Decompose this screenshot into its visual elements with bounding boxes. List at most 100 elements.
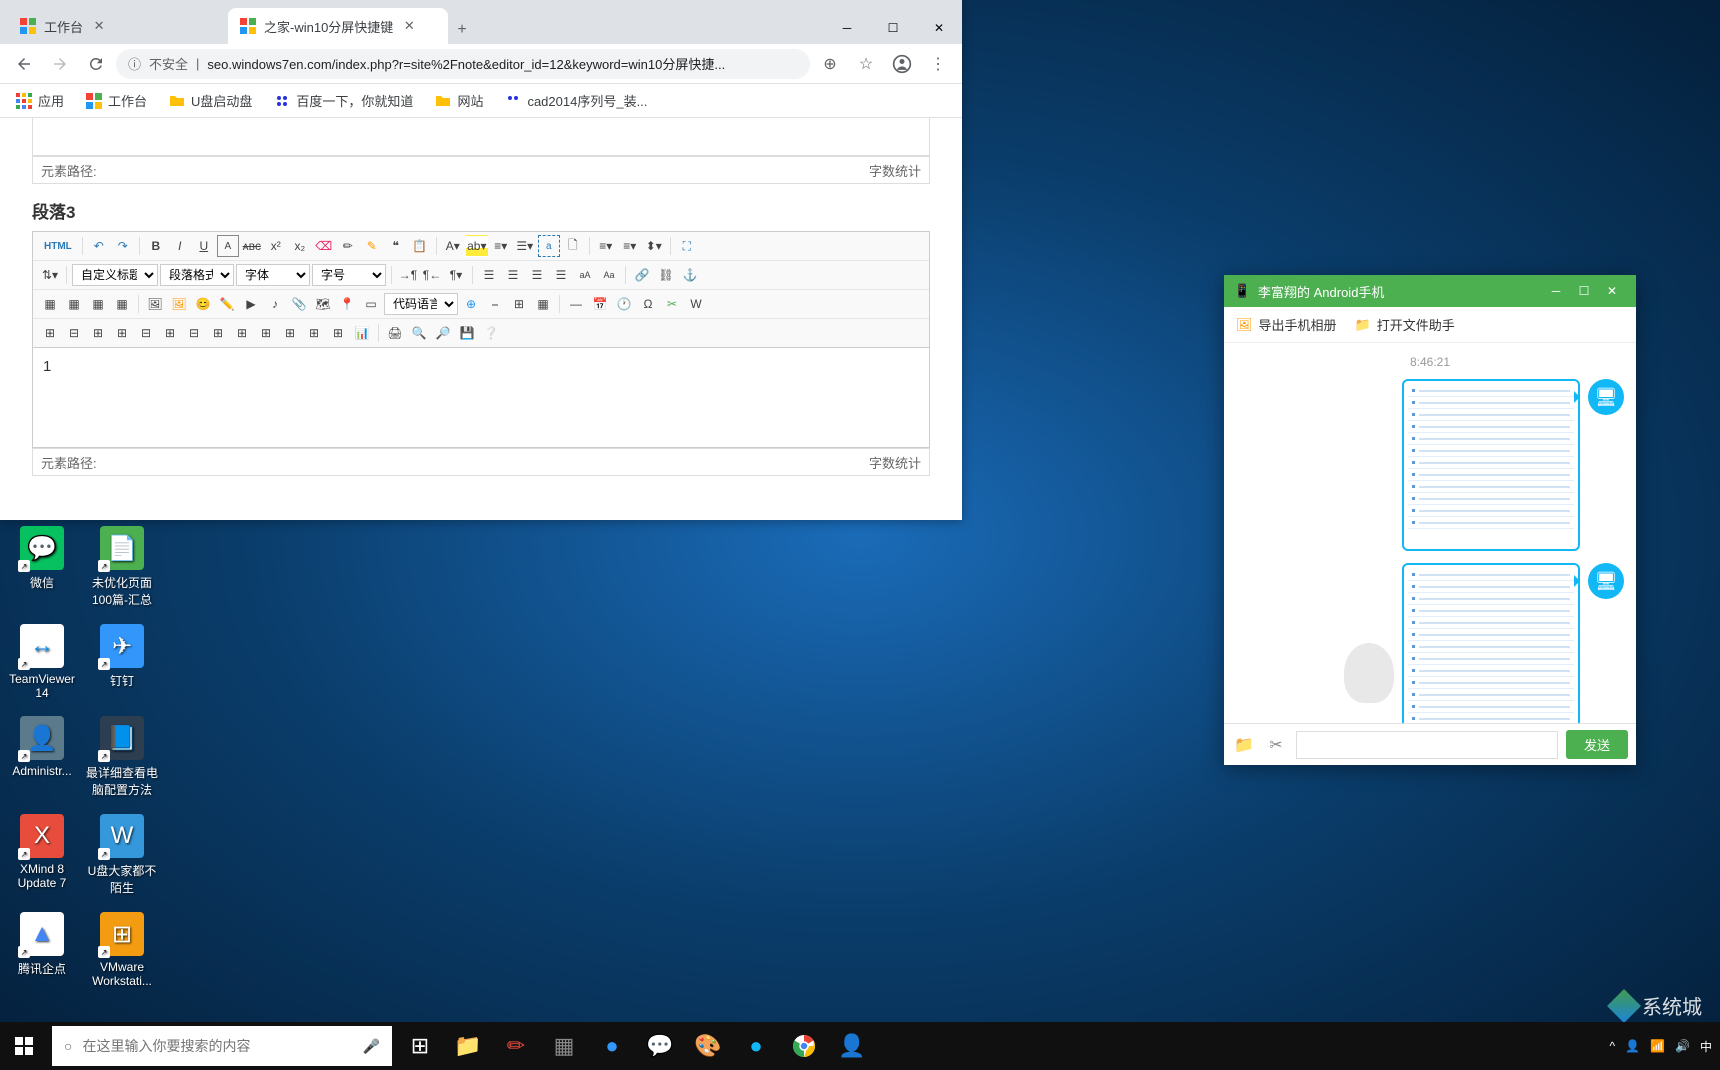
date-button[interactable]: 📅 [589,293,611,315]
image-center-button[interactable]: ▦ [111,293,133,315]
desktop-icon-admin[interactable]: 👤↗Administr... [6,716,78,798]
insertcol-button[interactable]: ⊞ [159,322,181,344]
webapp-button[interactable]: ⊕ [460,293,482,315]
heading-select[interactable]: 自定义标题 [72,264,158,286]
qq-image-bubble[interactable] [1402,379,1580,551]
bookmark-website[interactable]: 网站 [427,87,491,114]
mergeright-button[interactable]: ⊞ [231,322,253,344]
lineheight-button[interactable]: ⬍▾ [643,235,665,257]
new-tab-button[interactable]: + [448,16,476,44]
scrawl-button[interactable]: ✏️ [216,293,238,315]
qq-send-button[interactable]: 发送 [1566,730,1628,759]
splittorows-button[interactable]: ⊞ [303,322,325,344]
bookmark-usb[interactable]: U盘启动盘 [161,87,260,114]
emotion-button[interactable]: 😊 [192,293,214,315]
forecolor-button[interactable]: A▾ [442,235,464,257]
taskbar-app-5[interactable]: 🎨 [684,1022,732,1070]
tray-up-icon[interactable]: ^ [1609,1039,1615,1053]
formatmatch-button[interactable]: ✏ [337,235,359,257]
backcolor-button[interactable]: ab▾ [466,235,488,257]
system-tray[interactable]: ^ 👤 📶 🔊 中 [1609,1038,1720,1055]
codelang-select[interactable]: 代码语言 [384,293,458,315]
anchor-button[interactable]: ⚓ [679,264,701,286]
mergedown-button[interactable]: ⊞ [255,322,277,344]
taskbar-app-7[interactable]: 👤 [828,1022,876,1070]
desktop-icon-spreadsheet[interactable]: 📄↗未优化页面100篇-汇总 [86,526,158,608]
taskview-button[interactable]: ⊞ [396,1022,444,1070]
taskbar-app-6[interactable]: ● [732,1022,780,1070]
insertorderedlist-button[interactable]: ≡▾ [490,235,512,257]
search-input[interactable] [82,1038,352,1054]
spechars-button[interactable]: Ω [637,293,659,315]
indent-button[interactable]: →¶ [397,264,419,286]
redo-button[interactable]: ↷ [112,235,134,257]
unlink-button[interactable]: ⛓ [655,264,677,286]
tray-ime-icon[interactable]: 中 [1700,1038,1712,1055]
underline-button[interactable]: U [193,235,215,257]
deletecol-button[interactable]: ⊟ [183,322,205,344]
desktop-icon-teamviewer[interactable]: ↔↗TeamViewer 14 [6,624,78,700]
splittocols-button[interactable]: ⊞ [327,322,349,344]
minimize-button[interactable]: ─ [824,12,870,44]
qq-message-input[interactable] [1296,731,1558,759]
html-source-button[interactable]: HTML [39,235,77,257]
editor-content[interactable]: 1 [32,348,930,448]
image-left-button[interactable]: ▦ [63,293,85,315]
maximize-button[interactable]: ☐ [870,12,916,44]
desktop-icon-usb-doc[interactable]: W↗U盘大家都不陌生 [86,814,158,896]
profile-icon[interactable] [886,48,918,80]
template-button[interactable]: ⊞ [508,293,530,315]
link-button[interactable]: 🔗 [631,264,653,286]
insertvideo-button[interactable]: ▶ [240,293,262,315]
bold-button[interactable]: B [145,235,167,257]
print-button[interactable]: 🖨 [384,322,406,344]
menu-icon[interactable]: ⋮ [922,48,954,80]
close-button[interactable]: ✕ [916,12,962,44]
back-button[interactable] [8,48,40,80]
taskbar-app-3[interactable]: ● [588,1022,636,1070]
justifyfull-button[interactable]: ☰ [550,264,572,286]
qq-image-bubble[interactable] [1402,563,1580,723]
image-right-button[interactable]: ▦ [87,293,109,315]
fontsize-select[interactable]: 字号 [312,264,386,286]
star-icon[interactable]: ☆ [850,48,882,80]
blockquote-button[interactable]: ❝ [385,235,407,257]
tab-close-icon[interactable]: ✕ [91,18,107,34]
address-bar[interactable]: ⓘ 不安全 | seo.windows7en.com/index.php?r=s… [116,49,810,79]
insertimage-button[interactable]: 🖼 [168,293,190,315]
justifycenter-button[interactable]: ☰ [502,264,524,286]
bookmark-cad[interactable]: cad2014序列号_装... [497,87,655,114]
bookmark-apps[interactable]: 应用 [8,87,72,114]
editor-area-top[interactable] [32,118,930,156]
deleterow-button[interactable]: ⊟ [135,322,157,344]
splittocells-button[interactable]: ⊞ [279,322,301,344]
desktop-icon-qidian[interactable]: ▲↗腾讯企点 [6,912,78,988]
bookmark-baidu[interactable]: 百度一下，你就知道 [266,87,421,114]
qq-minimize-button[interactable]: ─ [1542,279,1570,303]
qq-maximize-button[interactable]: ☐ [1570,279,1598,303]
simpleupload-button[interactable]: 🖼 [144,293,166,315]
preview-button[interactable]: 🔍 [408,322,430,344]
word-count[interactable]: 字数统计 [869,453,921,472]
qq-close-button[interactable]: ✕ [1598,279,1626,303]
desktop-icon-dingtalk[interactable]: ✈↗钉钉 [86,624,158,700]
insertparagraphbeforetable-button[interactable]: ⊞ [87,322,109,344]
direction-button[interactable]: ¶▾ [445,264,467,286]
strikethrough-button[interactable]: ᴀʙᴄ [241,235,263,257]
snapscreen-button[interactable]: ✂ [661,293,683,315]
horizontal-button[interactable]: — [565,293,587,315]
bookmark-workspace[interactable]: 工作台 [78,87,155,114]
taskbar-search[interactable]: ○ 🎤 [52,1026,392,1066]
paragraph-select[interactable]: 段落格式 [160,264,234,286]
undo-button[interactable]: ↶ [88,235,110,257]
help-button[interactable]: ❔ [480,322,502,344]
selectall-button[interactable]: a [538,235,560,257]
rowspacing-bottom-button[interactable]: ≡▾ [619,235,641,257]
deletetable-button[interactable]: ⊟ [63,322,85,344]
touppercase-button[interactable]: aA [574,264,596,286]
time-button[interactable]: 🕐 [613,293,635,315]
reload-button[interactable] [80,48,112,80]
searchreplace-button[interactable]: 🔎 [432,322,454,344]
pagebreak-button[interactable]: ⎯ [484,293,506,315]
autotypeset-button[interactable]: ✎ [361,235,383,257]
